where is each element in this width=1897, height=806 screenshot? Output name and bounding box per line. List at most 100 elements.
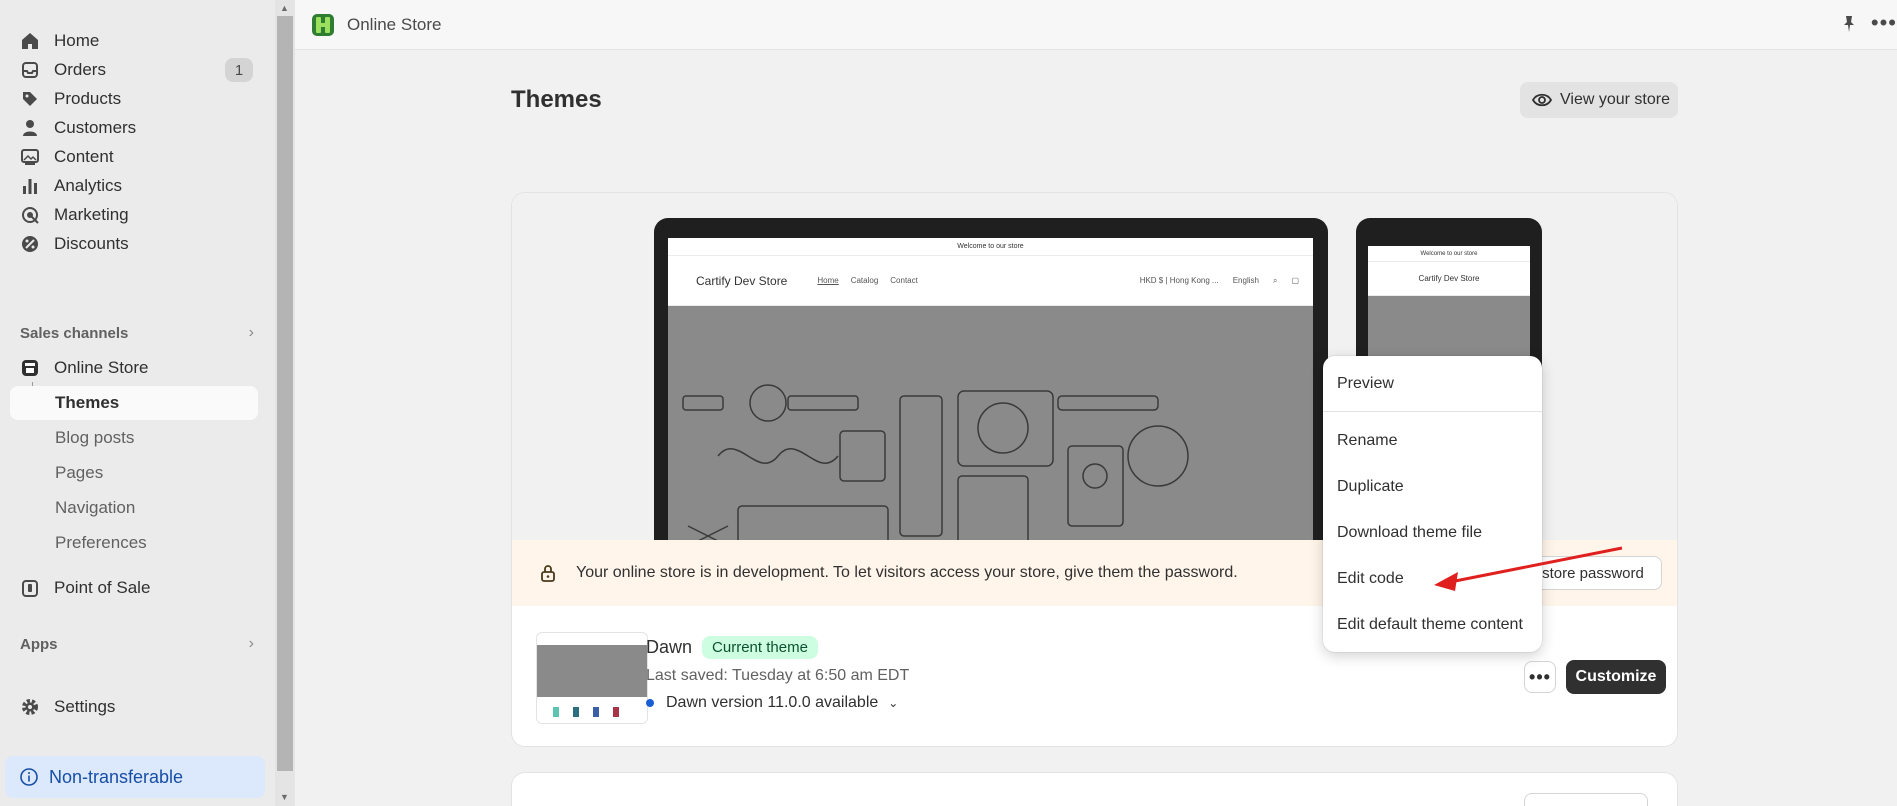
chevron-right-icon: › xyxy=(248,635,254,652)
orders-count-badge: 1 xyxy=(225,58,253,82)
preview-nav-links: Home Catalog Contact xyxy=(817,276,918,285)
sidebar-item-label: Navigation xyxy=(55,498,136,517)
sidebar-item-label: Products xyxy=(54,89,122,108)
sidebar-item-label: Preferences xyxy=(55,533,147,552)
preview-announcement: Welcome to our store xyxy=(1368,246,1530,262)
chevron-down-icon: ⌄ xyxy=(888,696,899,710)
sales-channels-header[interactable]: Sales channels › xyxy=(20,324,254,342)
theme-actions-menu: Preview Rename Duplicate Download theme … xyxy=(1323,356,1542,652)
apps-header[interactable]: Apps › xyxy=(20,635,254,653)
sidebar-item-label: Pages xyxy=(55,463,104,482)
chevron-right-icon: › xyxy=(248,324,254,341)
sidebar-item-label: Customers xyxy=(54,118,137,137)
menu-item-edit-default-theme-content[interactable]: Edit default theme content xyxy=(1337,616,1523,634)
storefront-icon xyxy=(20,358,40,378)
preview-cart-icon: ▢ xyxy=(1291,275,1299,285)
preview-header: Cartify Dev Store Home Catalog Contact H… xyxy=(668,256,1313,306)
sidebar-item-themes[interactable]: Themes xyxy=(10,386,258,420)
info-icon xyxy=(19,767,39,787)
main-content: Online Store ••• Themes View your store … xyxy=(295,0,1897,806)
home-icon xyxy=(20,31,40,51)
view-store-button[interactable]: View your store xyxy=(1520,82,1678,118)
add-theme-button[interactable] xyxy=(1524,793,1648,806)
scroll-down-icon[interactable]: ▼ xyxy=(280,792,289,802)
hero-illustration xyxy=(682,384,1189,548)
sidebar-item-pages[interactable]: Pages xyxy=(10,456,258,490)
preview-announcement: Welcome to our store xyxy=(668,238,1313,256)
sidebar-item-label: Settings xyxy=(54,697,116,716)
password-banner-text: Your online store is in development. To … xyxy=(576,564,1238,581)
menu-item-edit-code[interactable]: Edit code xyxy=(1337,570,1404,588)
sales-channels-label: Sales channels xyxy=(20,324,129,342)
customize-label: Customize xyxy=(1575,668,1657,685)
sidebar-item-label: Themes xyxy=(55,393,120,412)
pos-bag-icon xyxy=(20,578,40,598)
menu-item-duplicate[interactable]: Duplicate xyxy=(1337,478,1404,496)
sidebar-scrollbar[interactable]: ▲ ▼ xyxy=(275,0,295,806)
pin-icon[interactable] xyxy=(1839,14,1859,34)
page-title: Themes xyxy=(511,86,602,113)
menu-item-preview[interactable]: Preview xyxy=(1337,375,1394,393)
preview-link: Contact xyxy=(890,276,918,285)
view-store-label: View your store xyxy=(1560,91,1670,108)
discount-icon xyxy=(20,234,40,254)
desktop-preview-frame: Welcome to our store Cartify Dev Store H… xyxy=(654,218,1328,548)
sidebar-item-label: Marketing xyxy=(54,205,129,224)
theme-version-label: Dawn version 11.0.0 available xyxy=(666,694,879,711)
theme-actions-button[interactable]: ••• xyxy=(1524,661,1556,693)
preview-search-icon: ⌕ xyxy=(1272,275,1278,285)
preview-store-name: Cartify Dev Store xyxy=(1418,274,1480,283)
gear-icon xyxy=(20,697,40,717)
menu-item-download-theme-file[interactable]: Download theme file xyxy=(1337,524,1482,542)
sidebar-item-point-of-sale[interactable]: Point of Sale xyxy=(10,571,258,605)
non-transferable-badge[interactable]: Non-transferable xyxy=(5,756,265,798)
sidebar-item-navigation[interactable]: Navigation xyxy=(10,491,258,525)
target-icon xyxy=(20,205,40,225)
person-icon xyxy=(20,118,40,138)
thumbnail-hero xyxy=(537,645,647,697)
sidebar-item-label: Point of Sale xyxy=(54,578,151,597)
current-theme-badge: Current theme xyxy=(702,636,818,659)
top-bar: Online Store ••• xyxy=(295,0,1897,50)
menu-item-rename[interactable]: Rename xyxy=(1337,432,1397,450)
customize-button[interactable]: Customize xyxy=(1566,660,1666,694)
preview-header: Cartify Dev Store xyxy=(1368,262,1530,296)
theme-last-saved: Last saved: Tuesday at 6:50 am EDT xyxy=(646,667,910,684)
sidebar-item-label: Discounts xyxy=(54,234,129,253)
theme-library-card xyxy=(511,772,1678,806)
sidebar-item-label: Home xyxy=(54,31,100,50)
store-password-button[interactable]: store password xyxy=(1524,556,1662,590)
theme-version-dropdown[interactable]: Dawn version 11.0.0 available ⌄ xyxy=(646,694,898,712)
theme-thumbnail[interactable] xyxy=(536,632,648,724)
sidebar-item-label: Analytics xyxy=(54,176,123,195)
theme-name: Dawn xyxy=(646,637,693,657)
ellipsis-icon: ••• xyxy=(1529,666,1551,687)
preview-link: Catalog xyxy=(850,276,879,285)
update-dot-icon xyxy=(646,699,654,707)
more-options-icon[interactable]: ••• xyxy=(1871,10,1897,36)
sidebar-item-preferences[interactable]: Preferences xyxy=(10,526,258,560)
scrollbar-thumb[interactable] xyxy=(277,16,293,771)
sidebar-item-discounts[interactable]: Discounts xyxy=(10,227,258,261)
preview-link: Home xyxy=(817,276,839,285)
sidebar-item-label: Online Store xyxy=(54,358,149,377)
non-transferable-label: Non-transferable xyxy=(49,766,184,787)
theme-name-row: Dawn Current theme xyxy=(646,636,818,659)
sidebar-item-blog-posts[interactable]: Blog posts xyxy=(10,421,258,455)
preview-header-right: HKD $ | Hong Kong ... English ⌕ ▢ xyxy=(1140,276,1299,286)
lock-icon xyxy=(538,563,558,583)
sidebar-item-online-store[interactable]: Online Store xyxy=(10,351,258,385)
tag-icon xyxy=(20,89,40,109)
sidebar-item-settings[interactable]: Settings xyxy=(10,690,258,724)
online-store-logo-icon xyxy=(311,13,335,37)
menu-divider xyxy=(1323,411,1542,412)
scroll-up-icon[interactable]: ▲ xyxy=(280,3,289,13)
top-bar-title: Online Store xyxy=(347,14,442,34)
preview-language: English xyxy=(1232,275,1259,285)
sidebar-item-label: Content xyxy=(54,147,114,166)
bar-chart-icon xyxy=(20,176,40,196)
eye-icon xyxy=(1531,90,1553,110)
sidebar-item-label: Orders xyxy=(54,60,106,79)
inbox-icon xyxy=(20,60,40,80)
image-icon xyxy=(20,147,40,167)
